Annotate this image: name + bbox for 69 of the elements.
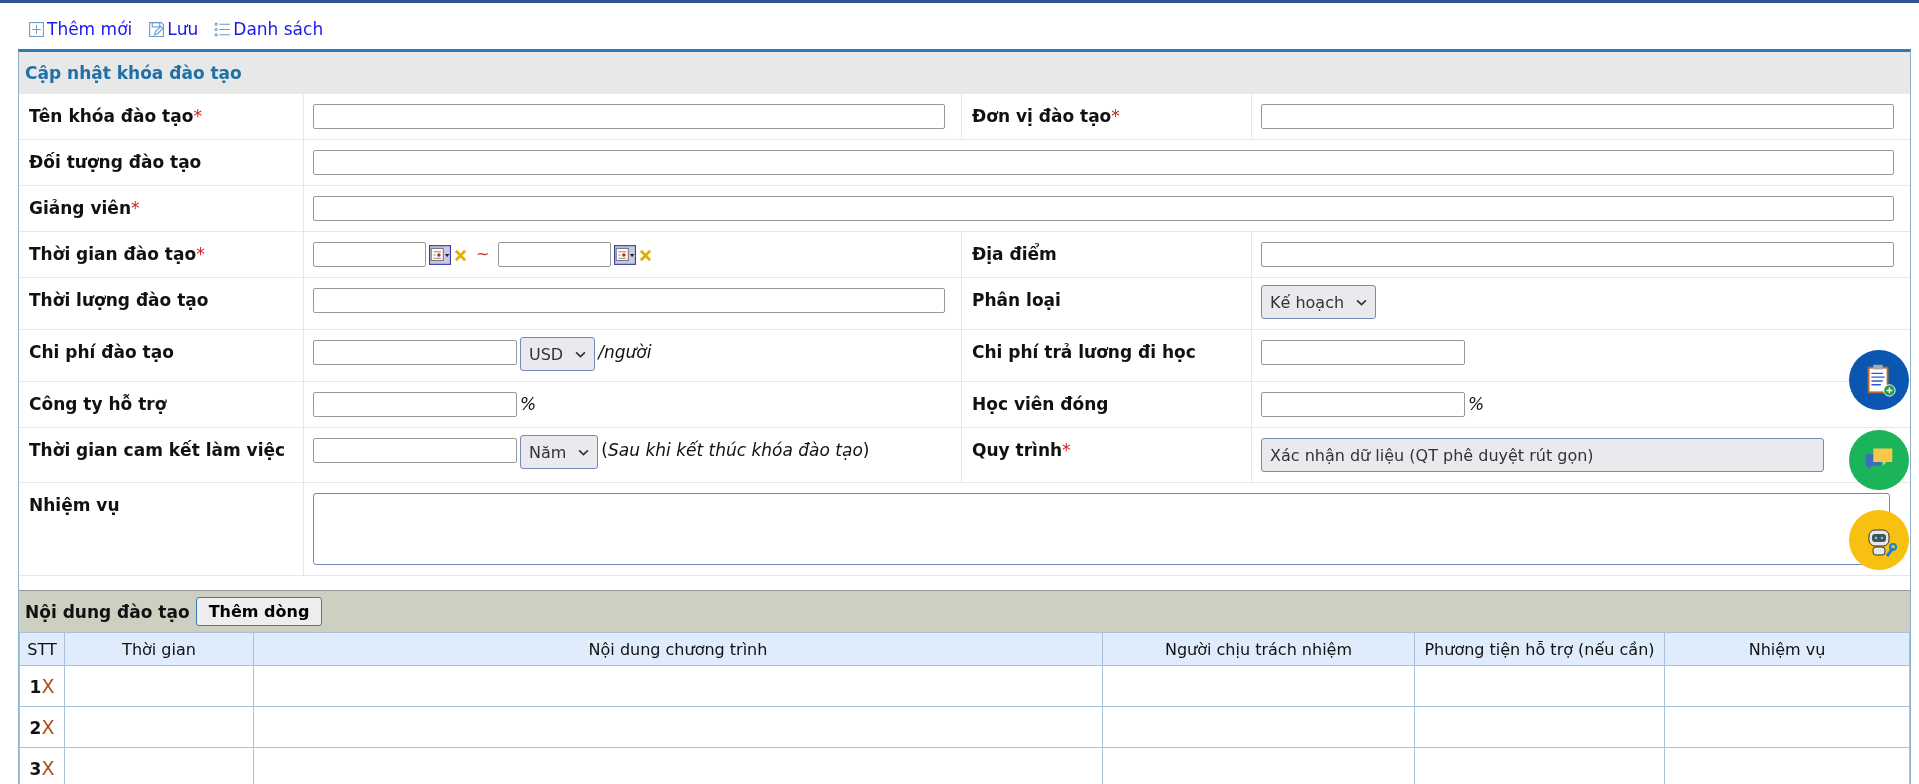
unit-note: /người (598, 342, 652, 362)
chevron-down-icon (1356, 298, 1368, 306)
unit-note: % (1468, 394, 1485, 414)
text-field[interactable] (313, 392, 517, 417)
column-header: Phương tiện hỗ trợ (nếu cần) (1414, 632, 1665, 666)
field-label: Đơn vị đào tạo* (972, 106, 1120, 126)
text-field[interactable] (313, 340, 517, 365)
field-label: Quy trình* (972, 440, 1071, 460)
chevron-down-icon (575, 350, 587, 358)
chevron-down-icon (578, 448, 590, 456)
panel-title: Cập nhật khóa đào tạo (19, 52, 1910, 94)
column-header: Người chịu trách nhiệm (1102, 632, 1415, 666)
field-label: Thời lượng đào tạo (29, 290, 209, 310)
date-field[interactable] (313, 242, 426, 267)
text-field[interactable] (313, 288, 945, 313)
field-label: Nhiệm vụ (29, 495, 120, 515)
row-number: 3 (29, 759, 42, 779)
range-separator: ~ (476, 244, 490, 263)
row-number: 2 (29, 718, 42, 738)
unit-note: % (520, 394, 537, 414)
field-label: Phân loại (972, 290, 1061, 310)
text-field[interactable] (1261, 392, 1465, 417)
text-field[interactable] (313, 104, 945, 129)
field-label: Địa điểm (972, 244, 1057, 264)
field-label: Thời gian đào tạo* (29, 244, 205, 264)
field-label: Đối tượng đào tạo (29, 152, 202, 172)
dropdown[interactable]: USD (520, 337, 596, 371)
row-number: 1 (29, 677, 42, 697)
field-label: Thời gian cam kết làm việc (29, 440, 286, 460)
text-field[interactable] (1261, 104, 1894, 129)
clear-icon[interactable] (639, 249, 653, 262)
text-field[interactable] (1261, 242, 1894, 267)
text-area[interactable] (313, 493, 1890, 565)
field-label: Học viên đóng (972, 394, 1109, 414)
calendar-icon[interactable] (429, 245, 451, 265)
column-header: Thời gian (64, 632, 254, 666)
field-label: Giảng viên* (29, 198, 140, 218)
clear-icon[interactable] (454, 249, 467, 262)
text-field[interactable] (313, 196, 1894, 221)
calendar-icon[interactable] (614, 245, 637, 265)
text-field[interactable] (313, 150, 1894, 175)
plus-icon (28, 20, 45, 38)
column-header: Nhiệm vụ (1664, 632, 1910, 666)
column-header: STT (19, 632, 65, 666)
field-label: Công ty hỗ trợ (29, 394, 167, 414)
field-label: Chi phí đào tạo (29, 342, 174, 362)
field-label: Chi phí trả lương đi học (972, 342, 1196, 362)
delete-link[interactable]: X (41, 757, 55, 779)
column-header: Nội dung chương trình (253, 632, 1103, 666)
text-field[interactable] (1261, 340, 1465, 365)
toolbar-link[interactable]: Danh sách (214, 19, 324, 39)
unit-note: (Sau khi kết thúc khóa đào tạo) (601, 440, 870, 460)
dropdown[interactable]: Năm (520, 435, 599, 469)
clipboard-icon[interactable] (1849, 350, 1909, 410)
robot-icon[interactable] (1849, 510, 1909, 570)
delete-link[interactable]: X (41, 675, 55, 697)
date-field[interactable] (498, 242, 612, 267)
dropdown[interactable]: Kế hoạch (1261, 285, 1377, 319)
save-icon (148, 20, 166, 38)
delete-link[interactable]: X (41, 716, 55, 738)
dropdown[interactable]: Xác nhận dữ liệu (QT phê duyệt rút gọn) (1261, 438, 1824, 472)
text-field[interactable] (313, 438, 517, 463)
add-row-button[interactable]: Thêm dòng (195, 597, 323, 626)
toolbar-link[interactable]: Thêm mới (28, 19, 133, 39)
list-icon (214, 20, 232, 38)
toolbar-link[interactable]: Lưu (148, 19, 199, 39)
chat-icon[interactable] (1849, 430, 1909, 490)
field-label: Tên khóa đào tạo* (29, 106, 202, 126)
section-title: Nội dung đào tạo (25, 601, 190, 622)
